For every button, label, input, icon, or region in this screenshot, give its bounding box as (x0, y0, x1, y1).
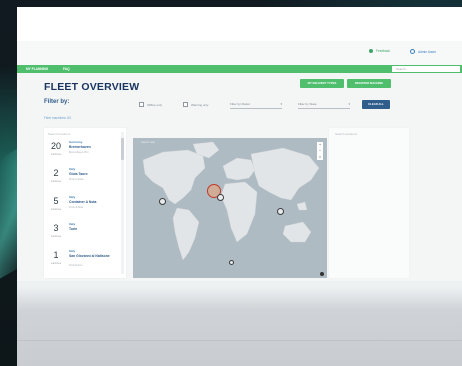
machine-count-label: machines (50, 208, 62, 211)
delivery-types-button[interactable]: MY DELIVERY TYPES (300, 79, 344, 88)
list-item[interactable]: 5 machines Italy Container A Nota Porto … (44, 191, 120, 215)
feedback-label: Feedback (376, 49, 390, 53)
location-port: Turin (69, 227, 78, 231)
screen: Feedback Admin Arsen MY PLANNING FAQ Sea… (17, 7, 462, 366)
register-machine-button[interactable]: REGISTER MACHINE (347, 79, 391, 88)
location-country: Italy (69, 167, 76, 171)
world-map-land (142, 141, 320, 261)
world-map[interactable]: Search map + − ⌂ (133, 138, 327, 278)
fleet-count: Fleet machines: 63 (44, 116, 71, 120)
location-country: Germany (69, 140, 83, 144)
zoom-reset-button[interactable]: ⌂ (317, 154, 323, 160)
checkbox-box (183, 102, 188, 107)
checkbox-label: Warning only (191, 102, 209, 107)
location-sub: Bremerhaven Port (69, 151, 89, 154)
navbar: MY PLANNING FAQ Search... (17, 65, 462, 73)
location-sub: Porto Nuovo (69, 264, 83, 267)
chevron-down-icon: ▾ (280, 102, 282, 106)
machine-count-label: machines (50, 262, 62, 265)
header-strip: Feedback Admin Arsen (17, 41, 462, 65)
north-america-shape (142, 149, 206, 205)
map-marker[interactable] (277, 208, 284, 215)
nav-item-faq[interactable]: FAQ (63, 67, 70, 71)
list-item[interactable]: 20 machines Germany Bremerhaven Bremerha… (44, 136, 120, 160)
select-label: Filter by Model (230, 102, 250, 106)
select-label: Filter by State (298, 102, 317, 106)
machine-count: 1 (53, 250, 59, 260)
location-sub: Porto di Nota (69, 206, 83, 209)
location-port: San Giovanni al Natisone (69, 254, 110, 258)
machine-count: 20 (50, 141, 61, 151)
map-marker[interactable] (229, 260, 234, 265)
location-sub: Porto di Gioia (69, 178, 84, 181)
location-port: Gioia Tauro (69, 172, 88, 176)
warning-only-checkbox[interactable]: Warning only (183, 102, 208, 107)
clear-all-button[interactable]: CLEAR ALL (362, 100, 390, 109)
feedback-icon (369, 49, 373, 53)
checkbox-box (139, 102, 144, 107)
africa-shape (220, 181, 258, 243)
map-marker[interactable] (159, 198, 166, 205)
machine-count: 5 (53, 196, 59, 206)
location-list: Search locations 20 machines Germany Bre… (44, 128, 126, 278)
list-item[interactable]: 3 machines Italy Turin (44, 218, 120, 242)
islands-shape (296, 201, 308, 211)
asia-shape (250, 147, 320, 201)
checkbox-label: Offline only (147, 102, 162, 107)
map-info-icon[interactable] (320, 272, 324, 276)
user-name: Admin Arsen (418, 49, 437, 54)
australia-shape (282, 221, 312, 243)
europe-shape (222, 157, 256, 181)
scrollbar-thumb[interactable] (121, 138, 124, 160)
location-country: Italy (69, 249, 76, 253)
chevron-down-icon: ▾ (348, 102, 350, 106)
machine-count-label: machines (50, 180, 62, 183)
location-country: Italy (69, 195, 76, 199)
detail-search-input[interactable]: Search locations (335, 132, 357, 136)
location-port: Bremerhaven (69, 145, 91, 149)
list-scrollbar[interactable] (121, 132, 124, 274)
feedback-link[interactable]: Feedback (369, 49, 390, 53)
nav-item-planning[interactable]: MY PLANNING (26, 67, 48, 71)
filter-heading: Filter by: (44, 99, 70, 105)
user-icon (410, 49, 415, 54)
main-content: FLEET OVERVIEW MY DELIVERY TYPES REGISTE… (17, 73, 462, 281)
map-search[interactable]: Search map (141, 141, 155, 144)
screen-top-area (17, 7, 462, 41)
list-item[interactable]: 1 machines Italy San Giovanni al Natison… (44, 245, 120, 269)
offline-only-checkbox[interactable]: Offline only (139, 102, 162, 107)
machine-count-label: machines (50, 235, 62, 238)
location-country: Italy (69, 222, 76, 226)
machine-count: 3 (53, 223, 59, 233)
nav-search-input[interactable]: Search... (392, 66, 460, 72)
south-america-shape (172, 207, 200, 261)
fleet-app: Feedback Admin Arsen MY PLANNING FAQ Sea… (17, 41, 462, 281)
zoom-controls: + − ⌂ (317, 142, 323, 160)
user-menu[interactable]: Admin Arsen (410, 49, 436, 54)
detail-panel: Search locations (329, 128, 409, 278)
model-filter-select[interactable]: Filter by Model ▾ (230, 101, 282, 109)
map-marker[interactable] (217, 194, 224, 201)
machine-count: 2 (53, 168, 59, 178)
location-port: Container A Nota (69, 200, 97, 204)
machine-count-label: machines (50, 153, 62, 156)
screen-bottom-fade (17, 287, 462, 366)
page-title: FLEET OVERVIEW (44, 81, 140, 93)
state-filter-select[interactable]: Filter by State ▾ (298, 101, 350, 109)
list-item[interactable]: 2 machines Italy Gioia Tauro Porto di Gi… (44, 163, 120, 187)
screen-bottom-edge (17, 340, 462, 341)
